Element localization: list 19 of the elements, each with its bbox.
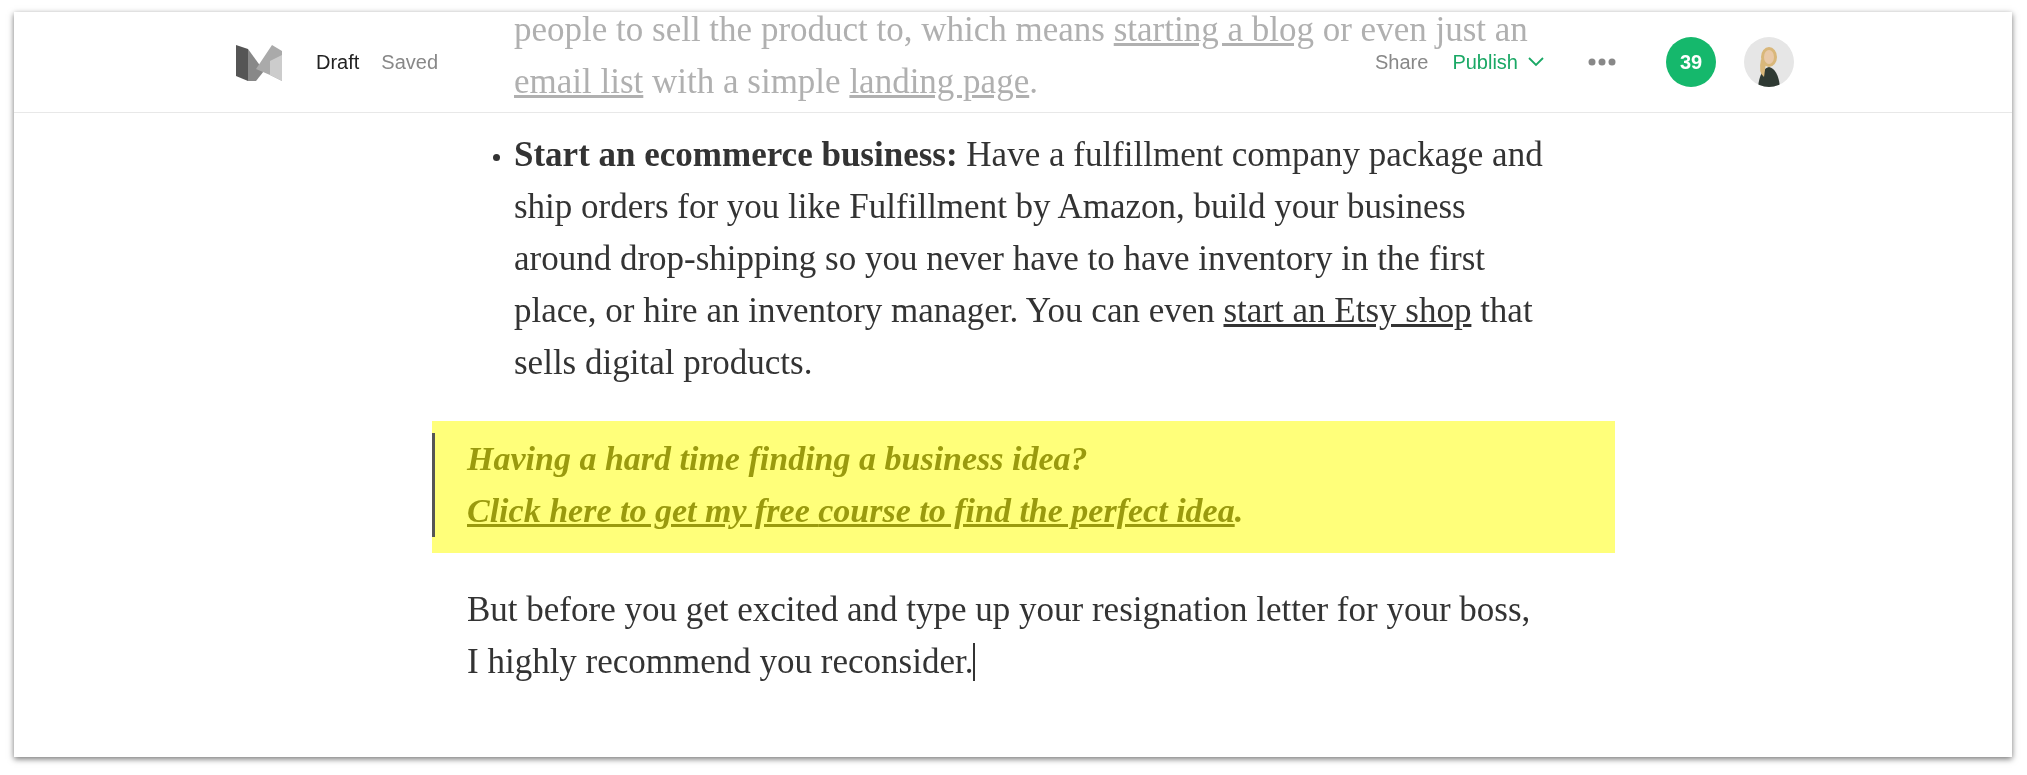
inline-link[interactable]: email list xyxy=(514,62,644,101)
paragraph-text: But before you get excited and type up your resignation letter for your boss, I highly recommend you reconsider. xyxy=(467,589,1532,683)
list-item-text: Start an ecommerce business: Have a fulfillment company package and ship orders for you like Fulfillment by Amazon, build your business around drop-shipping so you never have to have inventory in the first place, or hire an inventory manager. You can even start an Etsy shop that sells digital products. xyxy=(514,134,1544,384)
inline-link[interactable]: Click here to get my free xyxy=(467,492,819,529)
more-icon[interactable] xyxy=(1588,57,1616,67)
share-button[interactable]: Share xyxy=(1375,50,1429,74)
inline-link[interactable]: course to find the perfect idea xyxy=(818,492,1235,529)
chevron-down-icon xyxy=(1528,57,1544,67)
draft-label: Draft xyxy=(316,50,360,74)
inline-link[interactable]: starting a blog xyxy=(1113,12,1314,49)
inline-link[interactable]: landing page xyxy=(849,62,1030,101)
list-item-text: email list with a simple landing page. xyxy=(514,62,1038,101)
quote-text: Having a hard time finding a business idea? Click here to get my free course to find the perfect idea. xyxy=(467,439,1245,531)
bullet-icon xyxy=(493,154,500,162)
list-item-text: people to sell the product to, which means starting a blog or even just an xyxy=(514,12,1528,49)
inline-link[interactable]: start an Etsy shop xyxy=(1223,291,1472,330)
notification-badge[interactable]: 39 xyxy=(1666,37,1716,87)
save-status: Saved xyxy=(381,50,439,74)
publish-button[interactable]: Publish xyxy=(1452,50,1544,74)
